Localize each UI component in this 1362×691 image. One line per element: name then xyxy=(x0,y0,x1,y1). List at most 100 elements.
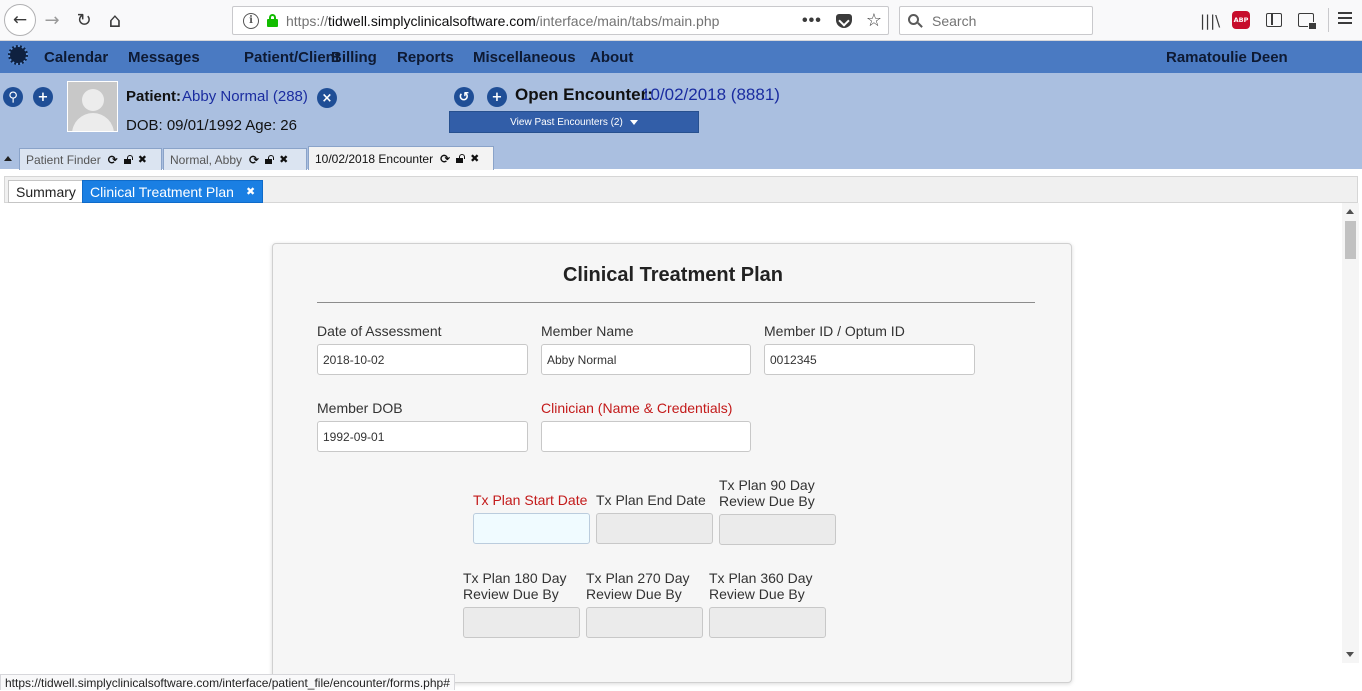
subtab-summary-label: Summary xyxy=(16,183,76,200)
scroll-thumb[interactable] xyxy=(1345,221,1356,259)
encounter-label: Open Encounter: xyxy=(515,85,653,104)
reload-icon: ↻ xyxy=(76,9,92,31)
member-id-label: Member ID / Optum ID xyxy=(764,323,905,339)
clinician-field[interactable] xyxy=(541,421,751,452)
tx-270-field[interactable] xyxy=(586,607,703,638)
title-divider xyxy=(317,302,1035,303)
unlock-icon[interactable] xyxy=(123,155,133,164)
clinician-label: Clinician (Name & Credentials) xyxy=(541,400,733,416)
toolbar-divider xyxy=(1328,8,1329,32)
unlock-icon[interactable] xyxy=(265,155,275,164)
date-of-assessment-field[interactable] xyxy=(317,344,528,375)
tab-label: Patient Finder xyxy=(26,152,101,167)
past-encounters-label: View Past Encounters (2) xyxy=(510,116,623,128)
encounter-link[interactable]: 10/02/2018 (8881) xyxy=(641,85,780,105)
tx-360-label: Tx Plan 360 Day Review Due By xyxy=(709,570,813,602)
close-icon[interactable]: ✖ xyxy=(138,153,147,166)
tx-180-field[interactable] xyxy=(463,607,580,638)
member-dob-label: Member DOB xyxy=(317,400,403,416)
patient-label: Patient: xyxy=(126,88,182,105)
tx-90-field[interactable] xyxy=(719,514,836,545)
site-info-icon[interactable]: i xyxy=(243,12,259,29)
tab-label: Normal, Abby xyxy=(170,152,243,167)
subtab-active-label: Clinical Treatment Plan xyxy=(90,183,234,200)
screenshot-icon[interactable] xyxy=(1298,13,1317,30)
chevron-down-icon xyxy=(629,119,638,125)
reload-button[interactable]: ↻ xyxy=(70,6,98,34)
url-host: tidwell.simplyclinicalsoftware.com xyxy=(328,12,536,29)
date-of-assessment-label: Date of Assessment xyxy=(317,323,442,339)
subtab-summary[interactable]: Summary xyxy=(8,180,84,203)
adblock-icon[interactable]: ABP xyxy=(1232,11,1250,29)
page-actions-icon[interactable]: ••• xyxy=(802,12,822,30)
pocket-icon[interactable] xyxy=(835,13,852,28)
refresh-icon[interactable]: ⟳ xyxy=(440,152,450,166)
tx-270-label: Tx Plan 270 Day Review Due By xyxy=(586,570,690,602)
form-title: Clinical Treatment Plan xyxy=(562,264,784,286)
lock-icon xyxy=(267,14,278,27)
menu-patient-client[interactable]: Patient/Client xyxy=(244,49,340,66)
scroll-up-icon[interactable] xyxy=(1346,209,1354,214)
menu-reports[interactable]: Reports xyxy=(397,49,454,66)
encounter-history-button[interactable]: ↺ xyxy=(454,87,474,107)
menu-miscellaneous[interactable]: Miscellaneous xyxy=(473,49,576,66)
url-text[interactable]: https://tidwell.simplyclinicalsoftware.c… xyxy=(286,13,719,29)
app-logo-icon[interactable] xyxy=(8,45,28,65)
menu-billing[interactable]: Billing xyxy=(331,49,377,66)
back-button[interactable]: ← xyxy=(4,4,36,36)
tx-180-label: Tx Plan 180 Day Review Due By xyxy=(463,570,567,602)
app-menubar: Calendar Messages Patient/Client Billing… xyxy=(0,41,1362,73)
forward-button[interactable]: → xyxy=(38,6,66,34)
subtab-clinical-treatment-plan[interactable]: Clinical Treatment Plan ✖ xyxy=(82,180,264,203)
search-input[interactable] xyxy=(930,11,1080,30)
search-icon: ⚲ xyxy=(8,89,18,105)
tx-360-field[interactable] xyxy=(709,607,826,638)
patient-name-link[interactable]: Abby Normal (288) xyxy=(182,88,308,105)
close-icon[interactable]: ✖ xyxy=(470,152,479,165)
tab-patient-finder[interactable]: Patient Finder ⟳ ✖ xyxy=(19,148,162,170)
member-name-field[interactable] xyxy=(541,344,751,375)
clear-patient-button[interactable]: × xyxy=(317,88,337,108)
browser-search-box[interactable] xyxy=(899,6,1093,35)
unlock-icon[interactable] xyxy=(456,154,466,163)
new-encounter-button[interactable]: + xyxy=(487,87,507,107)
collapse-arrow-icon[interactable] xyxy=(4,156,12,161)
tab-encounter[interactable]: 10/02/2018 Encounter ⟳ ✖ xyxy=(308,146,494,170)
menu-messages[interactable]: Messages xyxy=(128,49,200,66)
forward-arrow-icon: → xyxy=(44,9,60,31)
tx-90-label: Tx Plan 90 Day Review Due By xyxy=(719,477,815,509)
add-patient-button[interactable]: + xyxy=(33,87,53,107)
member-id-field[interactable] xyxy=(764,344,975,375)
view-past-encounters-button[interactable]: View Past Encounters (2) xyxy=(449,111,699,133)
patient-search-button[interactable]: ⚲ xyxy=(3,87,23,107)
sidebar-icon[interactable] xyxy=(1266,13,1282,27)
url-bar[interactable]: i https://tidwell.simplyclinicalsoftware… xyxy=(232,6,889,35)
content-scrollbar[interactable] xyxy=(1342,203,1359,663)
plus-icon: + xyxy=(491,89,503,105)
tx-start-field[interactable] xyxy=(473,513,590,544)
encounter-subtabs: Summary Clinical Treatment Plan ✖ xyxy=(4,176,1358,203)
menu-calendar[interactable]: Calendar xyxy=(44,49,108,66)
url-path: /interface/main/tabs/main.php xyxy=(535,12,720,29)
tab-patient-record[interactable]: Normal, Abby ⟳ ✖ xyxy=(163,148,307,170)
library-icon[interactable]: |||\ xyxy=(1200,0,1222,41)
close-icon[interactable]: ✖ xyxy=(246,185,255,198)
plus-icon: + xyxy=(37,89,49,105)
refresh-icon[interactable]: ⟳ xyxy=(249,153,259,167)
close-icon[interactable]: ✖ xyxy=(279,153,288,166)
user-name[interactable]: Ramatoulie Deen xyxy=(1166,49,1288,66)
close-icon: × xyxy=(321,90,333,106)
tab-label: 10/02/2018 Encounter xyxy=(315,151,434,166)
hamburger-menu-icon[interactable] xyxy=(1338,12,1352,26)
member-dob-field[interactable] xyxy=(317,421,528,452)
tx-end-field[interactable] xyxy=(596,513,713,544)
patient-header: ⚲ + Patient: Abby Normal (288) × DOB: 09… xyxy=(0,73,1362,170)
treatment-plan-form: Clinical Treatment Plan Date of Assessme… xyxy=(272,243,1072,683)
home-button[interactable]: ⌂ xyxy=(101,6,129,34)
patient-dob-age: DOB: 09/01/1992 Age: 26 xyxy=(126,117,297,134)
refresh-icon[interactable]: ⟳ xyxy=(108,153,118,167)
menu-about[interactable]: About xyxy=(590,49,633,66)
bookmark-star-icon[interactable]: ☆ xyxy=(866,10,882,31)
scroll-down-icon[interactable] xyxy=(1346,652,1354,657)
home-icon: ⌂ xyxy=(108,8,122,32)
